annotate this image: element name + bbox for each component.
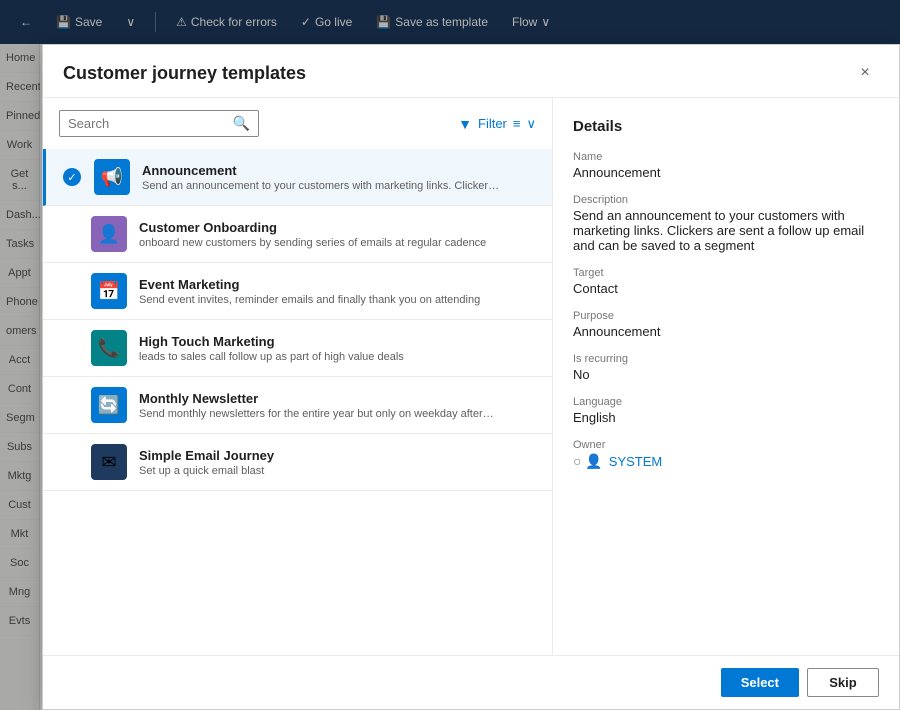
template-description: Set up a quick email blast [139, 465, 499, 477]
sort-icon: ≡ [513, 116, 521, 131]
template-name: High Touch Marketing [139, 334, 536, 349]
details-heading: Details [573, 118, 879, 135]
template-icon: ✉ [91, 444, 127, 480]
owner-value[interactable]: SYSTEM [609, 454, 662, 469]
template-name: Monthly Newsletter [139, 391, 536, 406]
filter-icon: ▼ [458, 116, 472, 132]
filter-button[interactable]: ▼ Filter ≡ ∨ [458, 116, 536, 132]
template-list-panel: 🔍 ▼ Filter ≡ ∨ ✓ 📢 Announcement Send an ann… [43, 98, 553, 655]
customer-journey-dialog: Customer journey templates × 🔍 ▼ Filter … [42, 44, 900, 710]
template-name: Simple Email Journey [139, 448, 536, 463]
recurring-field: Is recurring No [573, 353, 879, 382]
target-value: Contact [573, 281, 879, 296]
template-description: onboard new customers by sending series … [139, 237, 499, 249]
filter-label: Filter [478, 116, 507, 131]
name-label: Name [573, 151, 879, 163]
template-item[interactable]: ✓ 📢 Announcement Send an announcement to yo… [43, 149, 552, 206]
owner-label: Owner [573, 439, 879, 451]
search-input[interactable] [68, 116, 227, 131]
purpose-value: Announcement [573, 324, 879, 339]
recurring-label: Is recurring [573, 353, 879, 365]
close-button[interactable]: × [851, 59, 879, 87]
template-description: Send monthly newsletters for the entire … [139, 408, 499, 420]
template-item[interactable]: 📅 Event Marketing Send event invites, remi… [43, 263, 552, 320]
dialog-title: Customer journey templates [63, 63, 306, 84]
template-description: Send event invites, reminder emails and … [139, 294, 499, 306]
owner-icon: ○ 👤 [573, 453, 603, 470]
description-label: Description [573, 194, 879, 206]
dialog-footer: Select Skip [43, 655, 899, 709]
name-value: Announcement [573, 165, 879, 180]
recurring-value: No [573, 367, 879, 382]
language-field: Language English [573, 396, 879, 425]
details-panel: Details Name Announcement Description Se… [553, 98, 899, 655]
template-info: High Touch Marketing leads to sales call … [139, 334, 536, 363]
template-info: Customer Onboarding onboard new customers… [139, 220, 536, 249]
search-box[interactable]: 🔍 [59, 110, 259, 137]
purpose-field: Purpose Announcement [573, 310, 879, 339]
skip-button[interactable]: Skip [807, 668, 879, 697]
dialog-body: 🔍 ▼ Filter ≡ ∨ ✓ 📢 Announcement Send an ann… [43, 98, 899, 655]
sort-chevron-icon: ∨ [526, 116, 536, 132]
purpose-label: Purpose [573, 310, 879, 322]
template-description: Send an announcement to your customers w… [142, 180, 502, 192]
language-label: Language [573, 396, 879, 408]
template-list: ✓ 📢 Announcement Send an announcement to yo… [43, 149, 552, 655]
template-item[interactable]: 👤 Customer Onboarding onboard new customer… [43, 206, 552, 263]
template-icon: 📢 [94, 159, 130, 195]
template-item[interactable]: ✉ Simple Email Journey Set up a quick emai… [43, 434, 552, 491]
search-icon: 🔍 [233, 115, 250, 132]
search-area: 🔍 ▼ Filter ≡ ∨ [43, 98, 552, 149]
target-label: Target [573, 267, 879, 279]
template-name: Announcement [142, 163, 536, 178]
template-check: ✓ [62, 168, 82, 186]
template-item[interactable]: 🔄 Monthly Newsletter Send monthly newslett… [43, 377, 552, 434]
template-icon: 📞 [91, 330, 127, 366]
template-info: Event Marketing Send event invites, remin… [139, 277, 536, 306]
target-field: Target Contact [573, 267, 879, 296]
template-name: Event Marketing [139, 277, 536, 292]
select-button[interactable]: Select [721, 668, 799, 697]
template-icon: 📅 [91, 273, 127, 309]
dialog-header: Customer journey templates × [43, 45, 899, 98]
description-field: Description Send an announcement to your… [573, 194, 879, 253]
template-name: Customer Onboarding [139, 220, 536, 235]
template-info: Monthly Newsletter Send monthly newslette… [139, 391, 536, 420]
language-value: English [573, 410, 879, 425]
template-info: Simple Email Journey Set up a quick email… [139, 448, 536, 477]
name-field: Name Announcement [573, 151, 879, 180]
owner-field: Owner ○ 👤 SYSTEM [573, 439, 879, 470]
template-icon: 👤 [91, 216, 127, 252]
template-icon: 🔄 [91, 387, 127, 423]
owner-row: ○ 👤 SYSTEM [573, 453, 879, 470]
description-value: Send an announcement to your customers w… [573, 208, 879, 253]
selected-indicator: ✓ [63, 168, 81, 186]
template-item[interactable]: 📞 High Touch Marketing leads to sales call… [43, 320, 552, 377]
template-info: Announcement Send an announcement to your… [142, 163, 536, 192]
template-description: leads to sales call follow up as part of… [139, 351, 499, 363]
